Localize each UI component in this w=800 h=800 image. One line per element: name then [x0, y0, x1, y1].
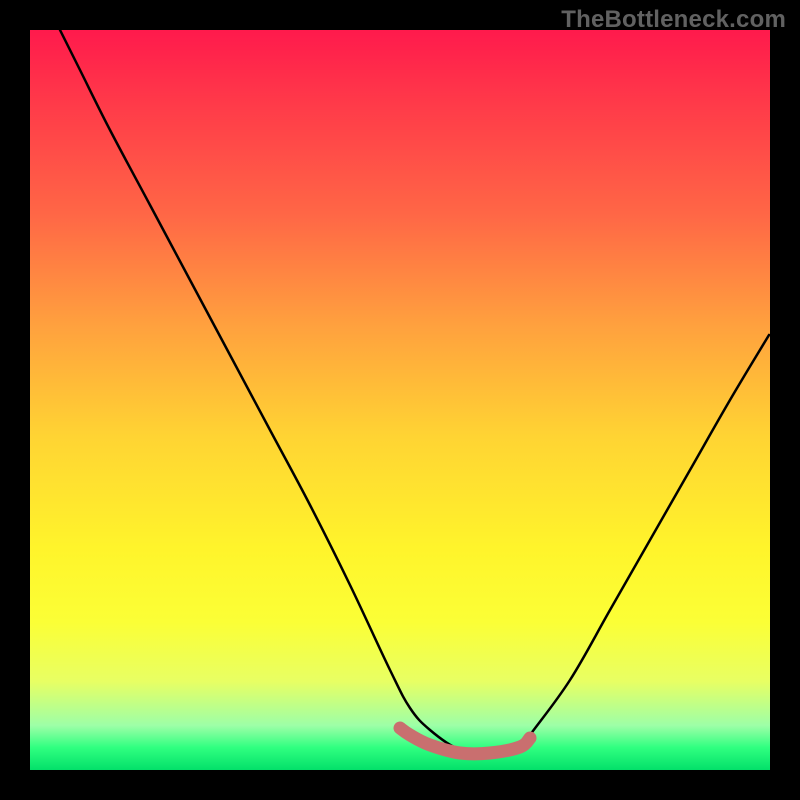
main-curve: [60, 30, 769, 755]
optimal-window-marker: [400, 728, 530, 754]
watermark: TheBottleneck.com: [561, 6, 786, 34]
chart-frame: [30, 30, 770, 770]
curve-svg: [30, 30, 770, 770]
